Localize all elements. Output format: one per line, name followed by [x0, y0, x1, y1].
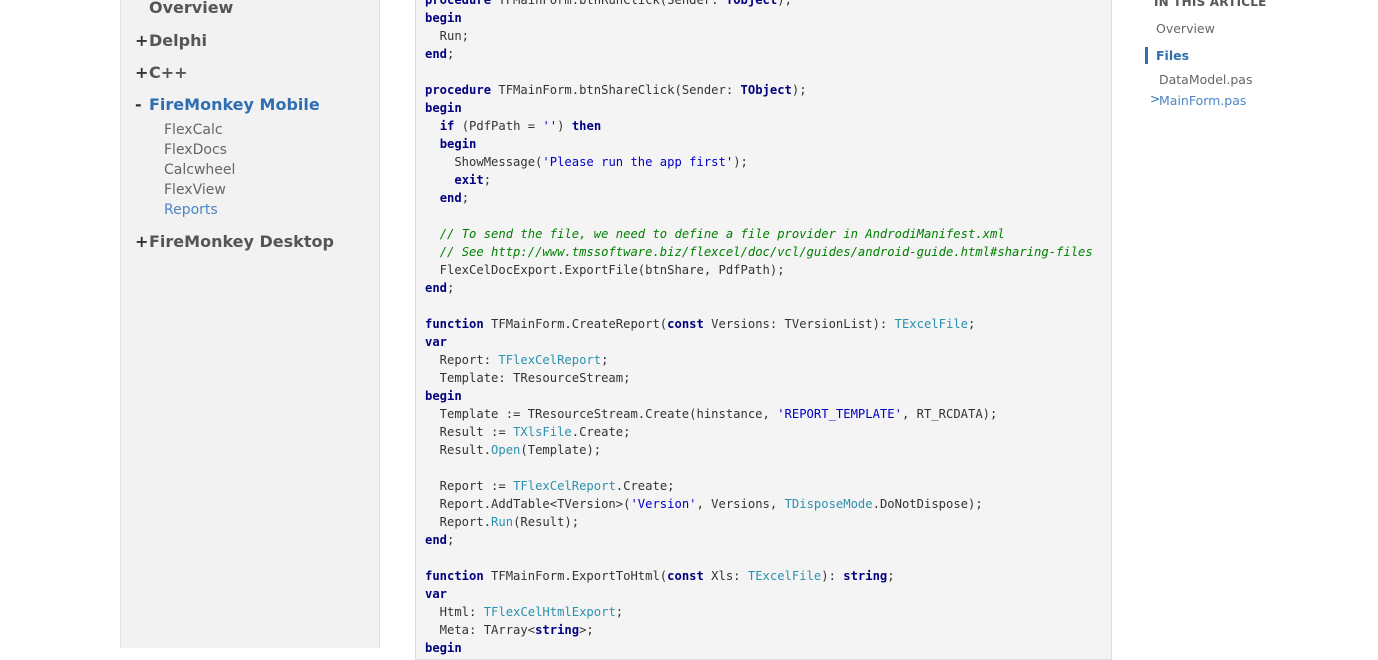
toc-item-datamodel[interactable]: DataModel.pas [1159, 72, 1252, 87]
code-line: begin [439, 137, 477, 151]
code-line: end; [425, 47, 455, 61]
code-line: Report := TFlexCelReport.Create; [425, 479, 675, 493]
sidebar-item-label: FireMonkey Mobile [149, 95, 320, 114]
toc-active-indicator [1145, 47, 1148, 64]
sidebar-item-firemonkey-desktop[interactable]: +FireMonkey Desktop [135, 232, 334, 251]
code-line: Report.Run(Result); [425, 515, 580, 529]
code-line: // See http://www.tmssoftware.biz/flexce… [439, 245, 1093, 259]
code-line: procedure TFMainForm.btnRunClick(Sender:… [425, 0, 792, 7]
code-line: begin [425, 389, 462, 403]
code-line: ShowMessage('Please run the app first'); [425, 155, 748, 169]
sidebar-subitem-flexview[interactable]: FlexView [164, 182, 226, 198]
code-line: ​ [425, 63, 1093, 81]
code-line: Template := TResourceStream.Create(hinst… [425, 407, 998, 421]
code-line: var [425, 335, 448, 349]
code-line: Html: TFlexCelHtmlExport; [425, 605, 624, 619]
sidebar-subitem-flexdocs[interactable]: FlexDocs [164, 142, 227, 158]
expand-icon[interactable]: + [135, 63, 149, 82]
code-block: procedure TFMainForm.btnRunClick(Sender:… [415, 0, 1112, 660]
code-line: Run; [425, 29, 470, 43]
code-line: // To send the file, we need to define a… [439, 227, 1005, 241]
code-line: procedure TFMainForm.btnShareClick(Sende… [425, 83, 807, 97]
sidebar-item-overview[interactable]: Overview [149, 0, 233, 17]
code-line: Report: TFlexCelReport; [425, 353, 609, 367]
code-line: if (PdfPath = '') then [439, 119, 602, 133]
sidebar-subitem-flexcalc[interactable]: FlexCalc [164, 122, 223, 138]
sidebar-item-label: C++ [149, 63, 188, 82]
code-line: Meta: TArray<string>; [425, 623, 594, 637]
expand-icon[interactable]: + [135, 232, 149, 251]
code-line: end; [425, 533, 455, 547]
code-line: FlexCelDocExport.ExportFile(btnShare, Pd… [425, 263, 785, 277]
code-line: begin [425, 641, 462, 655]
collapse-icon[interactable]: - [135, 95, 149, 114]
code-line: function TFMainForm.ExportToHtml(const X… [425, 569, 895, 583]
expand-icon[interactable]: + [135, 31, 149, 50]
sidebar-item-label: FireMonkey Desktop [149, 232, 334, 251]
code-line: exit; [454, 173, 492, 187]
code-listing: procedure TFMainForm.btnRunClick(Sender:… [425, 0, 1093, 657]
sidebar-item-firemonkey-mobile[interactable]: - FireMonkey Mobile [135, 95, 320, 114]
code-line: function TFMainForm.CreateReport(const V… [425, 317, 976, 331]
sidebar-subitem-calcwheel[interactable]: Calcwheel [164, 162, 235, 178]
code-line: Result.Open(Template); [425, 443, 602, 457]
sidebar-item-cpp[interactable]: +C++ [135, 63, 188, 82]
code-line: Report.AddTable<TVersion>('Version', Ver… [425, 497, 983, 511]
code-line: Result := TXlsFile.Create; [425, 425, 631, 439]
toc-title: IN THIS ARTICLE [1154, 0, 1267, 9]
code-line: begin [425, 101, 462, 115]
sidebar-subitem-reports[interactable]: Reports [164, 202, 218, 218]
sidebar-item-label: Delphi [149, 31, 207, 50]
code-line: var [425, 587, 448, 601]
toc-item-overview[interactable]: Overview [1156, 21, 1215, 36]
sidebar-item-delphi[interactable]: +Delphi [135, 31, 207, 50]
code-line: ​ [425, 459, 1093, 477]
left-sidebar: Overview +Delphi +C++ - FireMonkey Mobile… [120, 0, 380, 648]
code-line: ​ [425, 207, 1093, 225]
code-line: Template: TResourceStream; [425, 371, 631, 385]
toc-item-files[interactable]: Files [1156, 48, 1189, 63]
code-line: ​ [425, 549, 1093, 567]
code-line: begin [425, 11, 462, 25]
code-line: end; [439, 191, 470, 205]
code-line: end; [425, 281, 455, 295]
toc-item-mainform[interactable]: MainForm.pas [1159, 93, 1246, 108]
code-line: ​ [425, 297, 1093, 315]
